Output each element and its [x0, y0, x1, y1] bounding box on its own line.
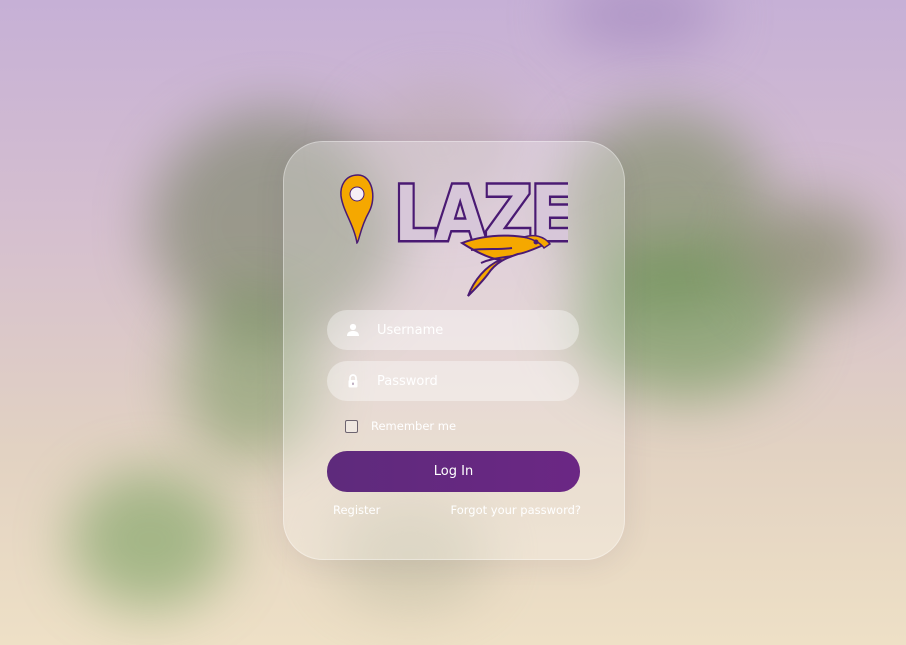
- register-link[interactable]: Register: [333, 503, 380, 517]
- laze-logo: LAZE: [340, 168, 568, 297]
- password-field[interactable]: [327, 361, 579, 401]
- forgot-password-link[interactable]: Forgot your password?: [451, 503, 581, 517]
- login-card: LAZE Remember me: [283, 141, 625, 560]
- username-input[interactable]: [375, 321, 569, 339]
- bird-icon: [459, 234, 552, 297]
- lock-icon: [345, 373, 361, 389]
- remember-checkbox[interactable]: [345, 419, 358, 433]
- login-button[interactable]: Log In: [327, 451, 580, 492]
- remember-label: Remember me: [371, 419, 457, 433]
- map-pin-icon: [340, 174, 374, 245]
- username-field[interactable]: [327, 310, 579, 350]
- password-input[interactable]: [375, 372, 569, 390]
- remember-me[interactable]: Remember me: [345, 419, 456, 433]
- user-icon: [345, 322, 361, 338]
